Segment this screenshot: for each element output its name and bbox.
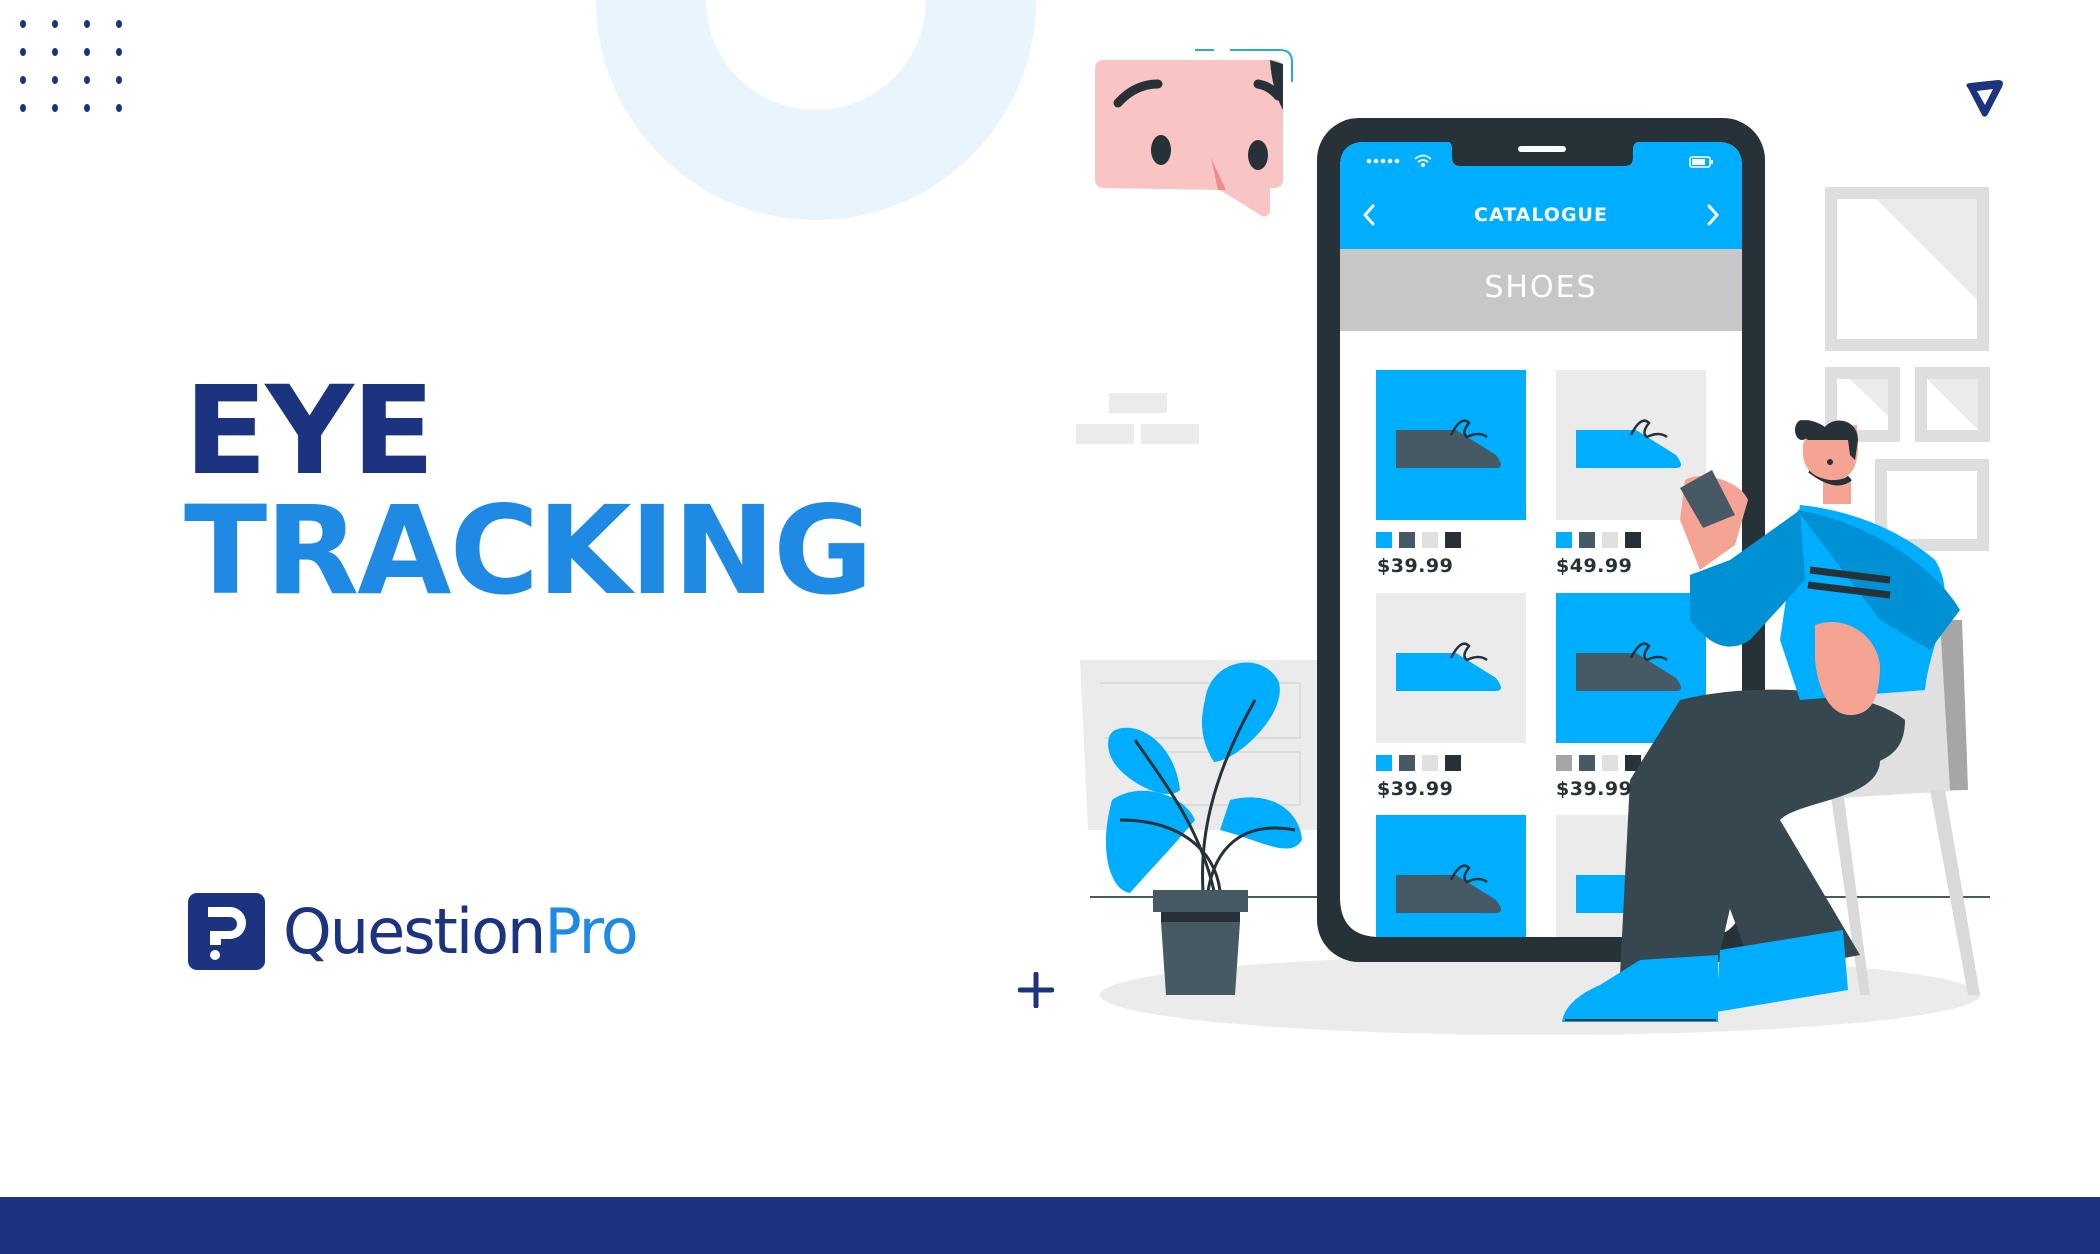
product-price: $49.99 <box>1556 555 1633 577</box>
chevron-right-icon[interactable] <box>1706 204 1720 226</box>
rounded-triangle-icon <box>1966 80 2003 117</box>
catalogue-title: CATALOGUE <box>1474 204 1608 226</box>
product-price: $39.99 <box>1377 778 1454 800</box>
plus-icon <box>1018 972 1054 1008</box>
product-price: $39.99 <box>1556 778 1633 800</box>
footer-bar <box>0 1197 2100 1254</box>
shopping-illustration <box>1076 49 1990 1035</box>
wall-bricks <box>1076 393 1199 444</box>
face-speech-bubble-icon <box>1095 49 1293 217</box>
product-price: $39.99 <box>1377 555 1454 577</box>
phone-screen-ui: CATALOGUE SHOES $39.99 $49.99 $39.99 $39… <box>1340 142 1742 937</box>
section-title: SHOES <box>1484 270 1598 305</box>
